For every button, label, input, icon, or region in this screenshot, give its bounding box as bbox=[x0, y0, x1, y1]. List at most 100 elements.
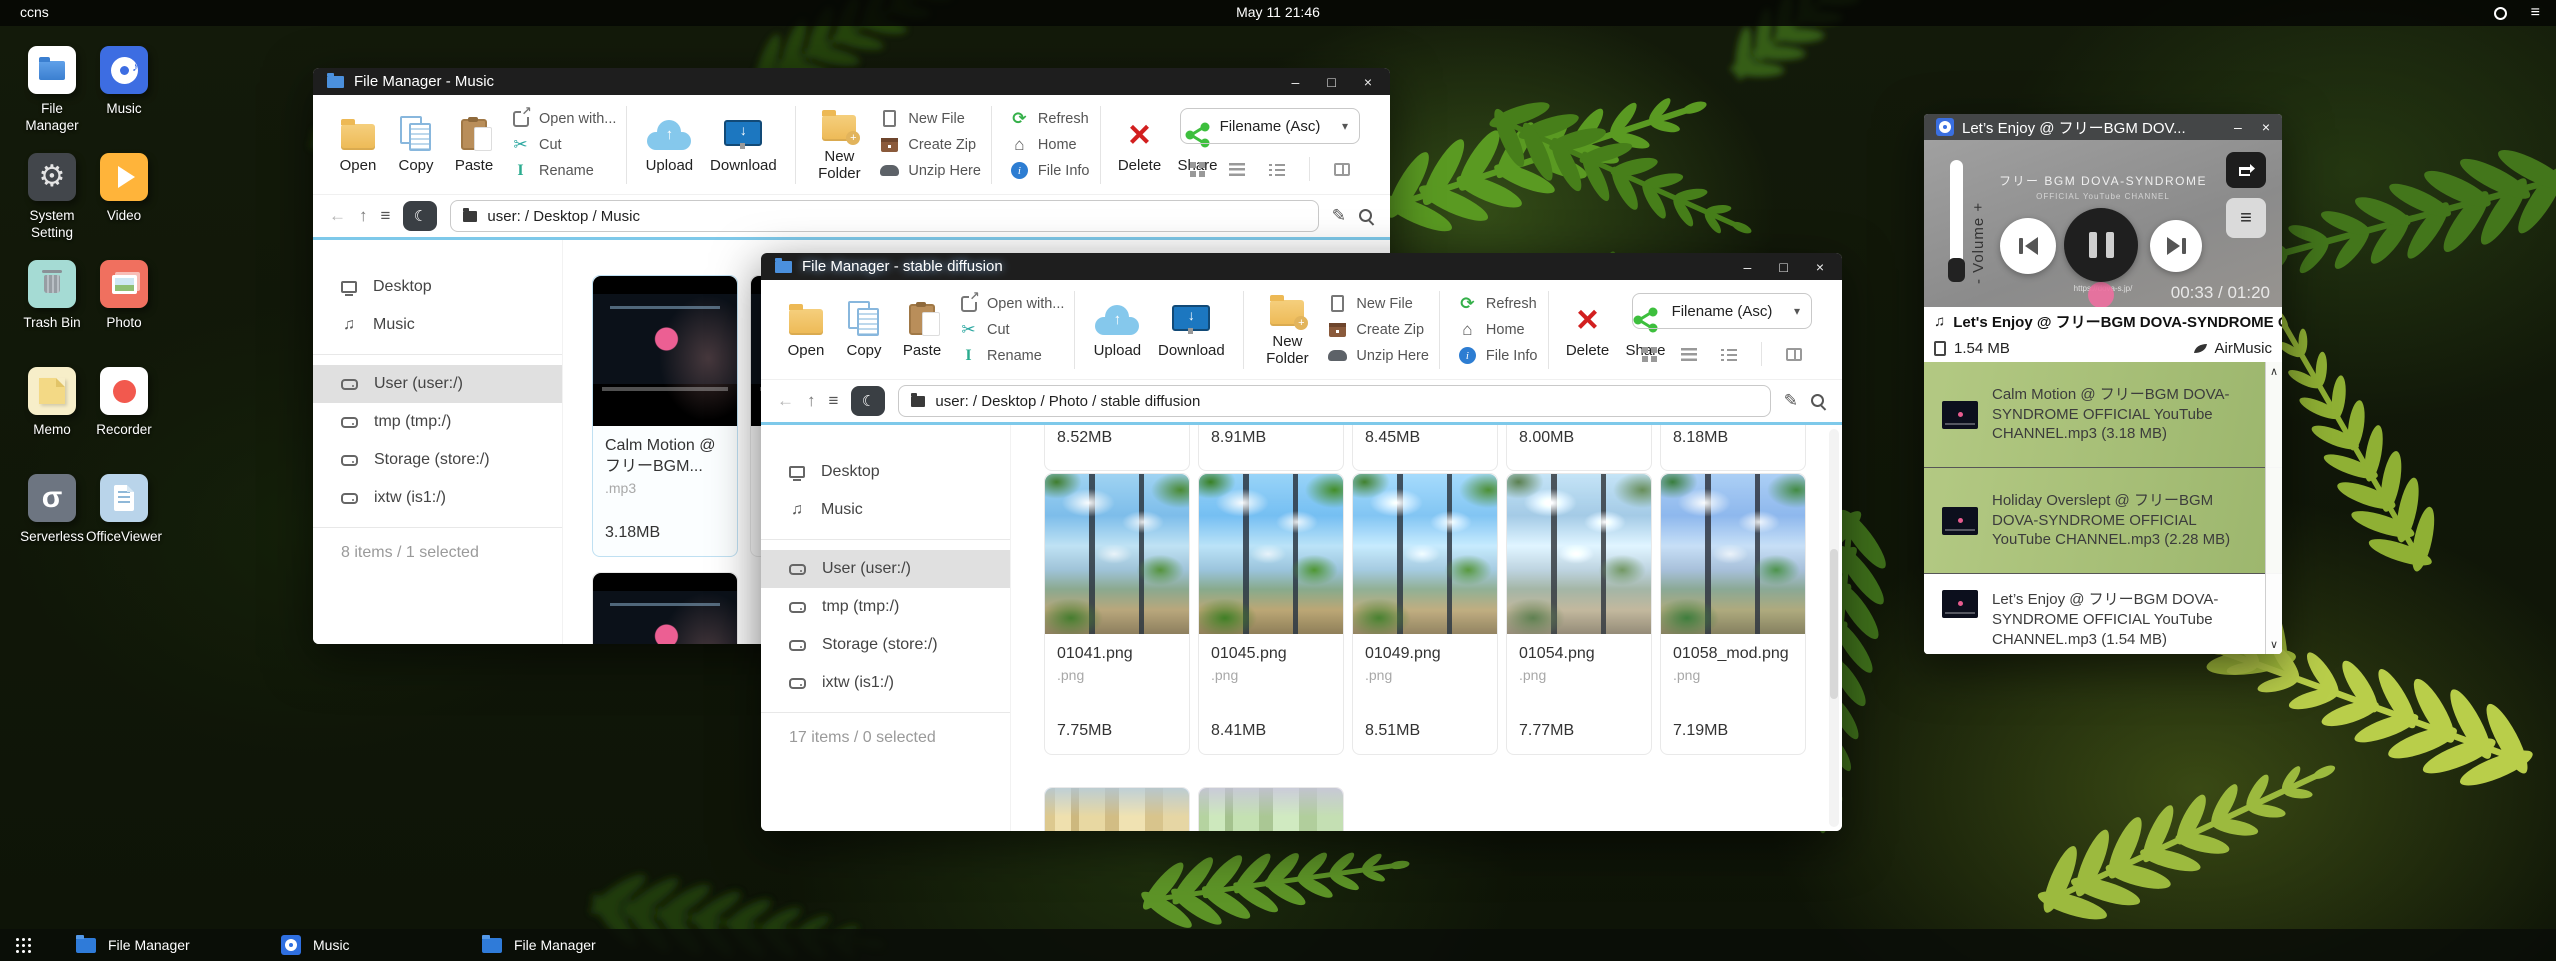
sidebar-item-desktop[interactable]: Desktop bbox=[761, 453, 1010, 491]
desktop-icon-video[interactable]: Video bbox=[88, 153, 160, 260]
sidebar-item-tmp-drive[interactable]: tmp (tmp:/) bbox=[313, 403, 562, 441]
open-button[interactable]: Open bbox=[329, 116, 387, 174]
close-button[interactable]: × bbox=[1364, 75, 1372, 89]
download-button[interactable]: ↓Download bbox=[701, 116, 785, 174]
column-view-icon[interactable] bbox=[1334, 163, 1350, 176]
create-zip-button[interactable]: Create Zip bbox=[880, 135, 981, 155]
volume-slider-thumb[interactable] bbox=[1948, 258, 1965, 282]
desktop-icon-officeviewer[interactable]: OfficeViewer bbox=[88, 474, 160, 581]
home-button[interactable]: ⌂Home bbox=[1010, 135, 1090, 155]
file-tile-calm-motion[interactable]: Calm Motion @ フリーBGM... .mp3 3.18MB bbox=[592, 275, 738, 557]
detail-view-icon[interactable] bbox=[1721, 348, 1737, 361]
playlist-item-holiday-overslept[interactable]: Holiday Overslept @ フリーBGM DOVA-SYNDROME… bbox=[1924, 468, 2282, 574]
rename-button[interactable]: IRename bbox=[511, 161, 616, 181]
close-button[interactable]: × bbox=[1816, 260, 1824, 274]
maximize-button[interactable]: □ bbox=[1327, 75, 1335, 89]
up-button[interactable]: ↑ bbox=[359, 206, 368, 226]
system-menu-icon[interactable]: ≡ bbox=[2531, 5, 2540, 21]
close-button[interactable]: × bbox=[2262, 119, 2270, 135]
sidebar-item-desktop[interactable]: Desktop bbox=[313, 268, 562, 306]
back-button[interactable]: ← bbox=[777, 391, 794, 411]
up-button[interactable]: ↑ bbox=[807, 391, 816, 411]
grid-view-icon[interactable] bbox=[1190, 162, 1205, 177]
playlist-item-lets-enjoy[interactable]: Let’s Enjoy @ フリーBGM DOVA-SYNDROME OFFIC… bbox=[1924, 574, 2282, 654]
title-bar[interactable]: File Manager - Music bbox=[313, 68, 1390, 95]
delete-button[interactable]: ×Delete bbox=[1559, 301, 1617, 359]
clock[interactable]: May 11 21:46 bbox=[1236, 4, 1320, 20]
sidebar-item-ixtw-drive[interactable]: ixtw (is1:/) bbox=[761, 664, 1010, 702]
paste-button[interactable]: Paste bbox=[893, 301, 951, 359]
desktop-icon-recorder[interactable]: Recorder bbox=[88, 367, 160, 474]
sidebar-item-storage-drive[interactable]: Storage (store:/) bbox=[761, 626, 1010, 664]
title-bar[interactable]: File Manager - stable diffusion bbox=[761, 253, 1842, 280]
grid-view-icon[interactable] bbox=[1642, 347, 1657, 362]
content-scrollbar[interactable] bbox=[1829, 429, 1839, 827]
list-view-icon[interactable] bbox=[1229, 163, 1245, 176]
desktop-icon-music[interactable]: ♪Music bbox=[88, 46, 160, 153]
sidebar-item-user-drive[interactable]: User (user:/) bbox=[761, 550, 1010, 588]
desktop-icon-memo[interactable]: Memo bbox=[16, 367, 88, 474]
upload-button[interactable]: ↑Upload bbox=[1085, 301, 1149, 359]
file-tile-01045[interactable]: 01045.png .png 8.41MB bbox=[1198, 473, 1344, 755]
playlist-scrollbar[interactable]: ∧ ∨ bbox=[2265, 362, 2282, 654]
cut-button[interactable]: ✂Cut bbox=[511, 135, 616, 155]
sidebar-item-ixtw-drive[interactable]: ixtw (is1:/) bbox=[313, 479, 562, 517]
sort-dropdown[interactable]: Filename (Asc)▾ bbox=[1632, 293, 1812, 329]
dark-mode-button[interactable]: ☾ bbox=[851, 386, 885, 416]
file-info-button[interactable]: iFile Info bbox=[1458, 346, 1538, 366]
sidebar-item-tmp-drive[interactable]: tmp (tmp:/) bbox=[761, 588, 1010, 626]
open-button[interactable]: Open bbox=[777, 301, 835, 359]
home-button[interactable]: ⌂Home bbox=[1458, 320, 1538, 340]
back-button[interactable]: ← bbox=[329, 206, 346, 226]
create-zip-button[interactable]: Create Zip bbox=[1328, 320, 1429, 340]
new-folder-button[interactable]: +New Folder bbox=[806, 107, 872, 183]
pause-button[interactable] bbox=[2064, 208, 2138, 282]
app-launcher-grid-icon[interactable] bbox=[16, 938, 31, 953]
minimize-button[interactable]: – bbox=[2234, 119, 2242, 135]
file-tile-partial[interactable] bbox=[1198, 787, 1344, 831]
file-tile-partial[interactable] bbox=[1044, 787, 1190, 831]
path-input[interactable]: user: / Desktop / Photo / stable diffusi… bbox=[898, 385, 1770, 417]
column-view-icon[interactable] bbox=[1786, 348, 1802, 361]
file-tile-01041[interactable]: 01041.png .png 7.75MB bbox=[1044, 473, 1190, 755]
taskbar-item-file-manager-1[interactable]: File Manager bbox=[76, 929, 190, 961]
cut-button[interactable]: ✂Cut bbox=[959, 320, 1064, 340]
sort-dropdown[interactable]: Filename (Asc)▾ bbox=[1180, 108, 1360, 144]
unzip-here-button[interactable]: Unzip Here bbox=[880, 161, 981, 181]
status-circle-icon[interactable] bbox=[2494, 7, 2507, 20]
menu-icon[interactable]: ≡ bbox=[829, 391, 839, 411]
rename-button[interactable]: IRename bbox=[959, 346, 1064, 366]
copy-button[interactable]: Copy bbox=[387, 116, 445, 174]
desktop-icon-serverless[interactable]: σServerless bbox=[16, 474, 88, 581]
sidebar-item-user-drive[interactable]: User (user:/) bbox=[313, 365, 562, 403]
scroll-down-icon[interactable]: ∨ bbox=[2270, 638, 2278, 651]
new-folder-button[interactable]: +New Folder bbox=[1254, 292, 1320, 368]
delete-button[interactable]: ×Delete bbox=[1111, 116, 1169, 174]
file-tile-partial[interactable] bbox=[592, 572, 738, 644]
open-with-button[interactable]: ↗Open with... bbox=[511, 109, 616, 129]
paste-button[interactable]: Paste bbox=[445, 116, 503, 174]
file-info-button[interactable]: iFile Info bbox=[1010, 161, 1090, 181]
desktop-icon-system-setting[interactable]: ⚙System Setting bbox=[16, 153, 88, 260]
new-file-button[interactable]: New File bbox=[880, 109, 981, 129]
sidebar-item-storage-drive[interactable]: Storage (store:/) bbox=[313, 441, 562, 479]
minimize-button[interactable]: – bbox=[1744, 260, 1752, 274]
file-tile-partial[interactable]: 8.18MB bbox=[1660, 425, 1806, 471]
scroll-up-icon[interactable]: ∧ bbox=[2270, 365, 2278, 378]
file-tile-partial[interactable]: 8.91MB bbox=[1198, 425, 1344, 471]
search-icon[interactable] bbox=[1359, 209, 1374, 224]
detail-view-icon[interactable] bbox=[1269, 163, 1285, 176]
refresh-button[interactable]: ⟳Refresh bbox=[1458, 294, 1538, 314]
open-with-button[interactable]: ↗Open with... bbox=[959, 294, 1064, 314]
list-view-icon[interactable] bbox=[1681, 348, 1697, 361]
file-tile-01054[interactable]: 01054.png .png 7.77MB bbox=[1506, 473, 1652, 755]
taskbar-item-file-manager-2[interactable]: File Manager bbox=[482, 929, 596, 961]
previous-track-button[interactable] bbox=[2000, 218, 2056, 274]
upload-button[interactable]: ↑Upload bbox=[637, 116, 701, 174]
taskbar-item-music[interactable]: Music bbox=[281, 929, 350, 961]
download-button[interactable]: ↓Download bbox=[1149, 301, 1233, 359]
airmusic-badge[interactable]: AirMusic bbox=[2193, 340, 2272, 357]
refresh-button[interactable]: ⟳Refresh bbox=[1010, 109, 1090, 129]
repeat-button[interactable] bbox=[2226, 152, 2266, 188]
dark-mode-button[interactable]: ☾ bbox=[403, 201, 437, 231]
